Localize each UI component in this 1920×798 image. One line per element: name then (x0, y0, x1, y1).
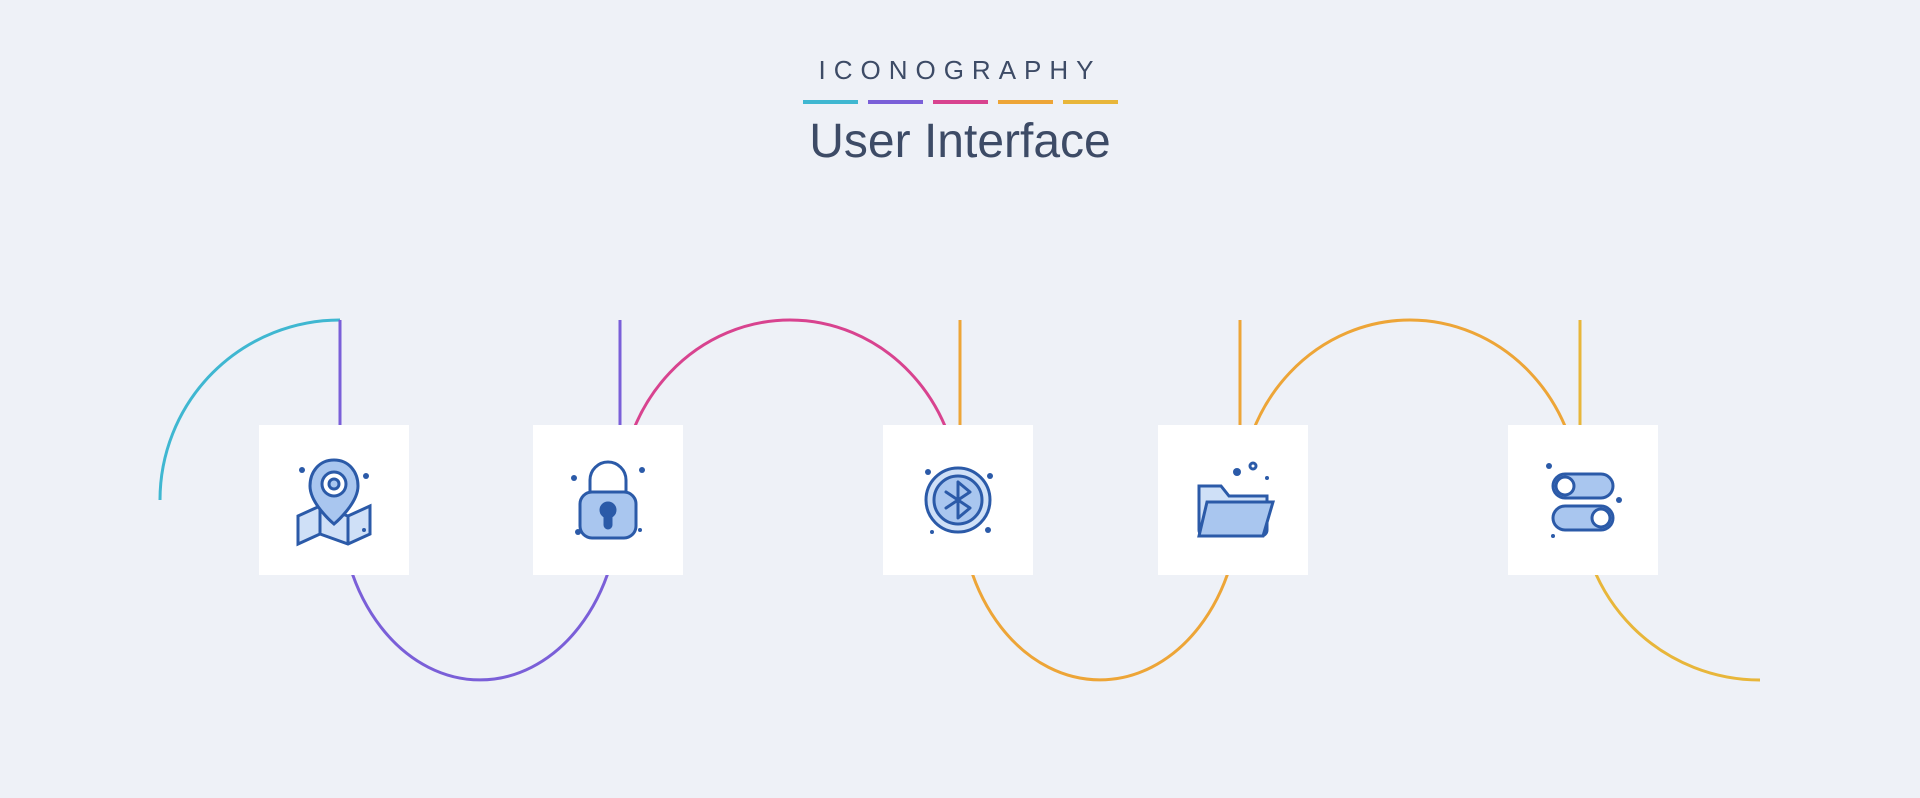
accent-bar (0, 100, 1920, 104)
accent-seg-1 (803, 100, 858, 104)
bluetooth-icon (910, 452, 1006, 548)
icon-tile-lock (533, 425, 683, 575)
toggle-icon (1535, 452, 1631, 548)
header: ICONOGRAPHY User Interface (0, 0, 1920, 169)
kicker-text: ICONOGRAPHY (0, 55, 1920, 86)
accent-seg-4 (998, 100, 1053, 104)
folder-icon (1185, 452, 1281, 548)
icon-tile-toggles (1508, 425, 1658, 575)
wave-area (0, 250, 1920, 770)
icon-tile-folder (1158, 425, 1308, 575)
icon-tile-location (259, 425, 409, 575)
page-title: User Interface (0, 114, 1920, 169)
lock-icon (560, 452, 656, 548)
accent-seg-3 (933, 100, 988, 104)
map-pin-icon (286, 452, 382, 548)
accent-seg-2 (868, 100, 923, 104)
accent-seg-5 (1063, 100, 1118, 104)
icon-tile-bluetooth (883, 425, 1033, 575)
